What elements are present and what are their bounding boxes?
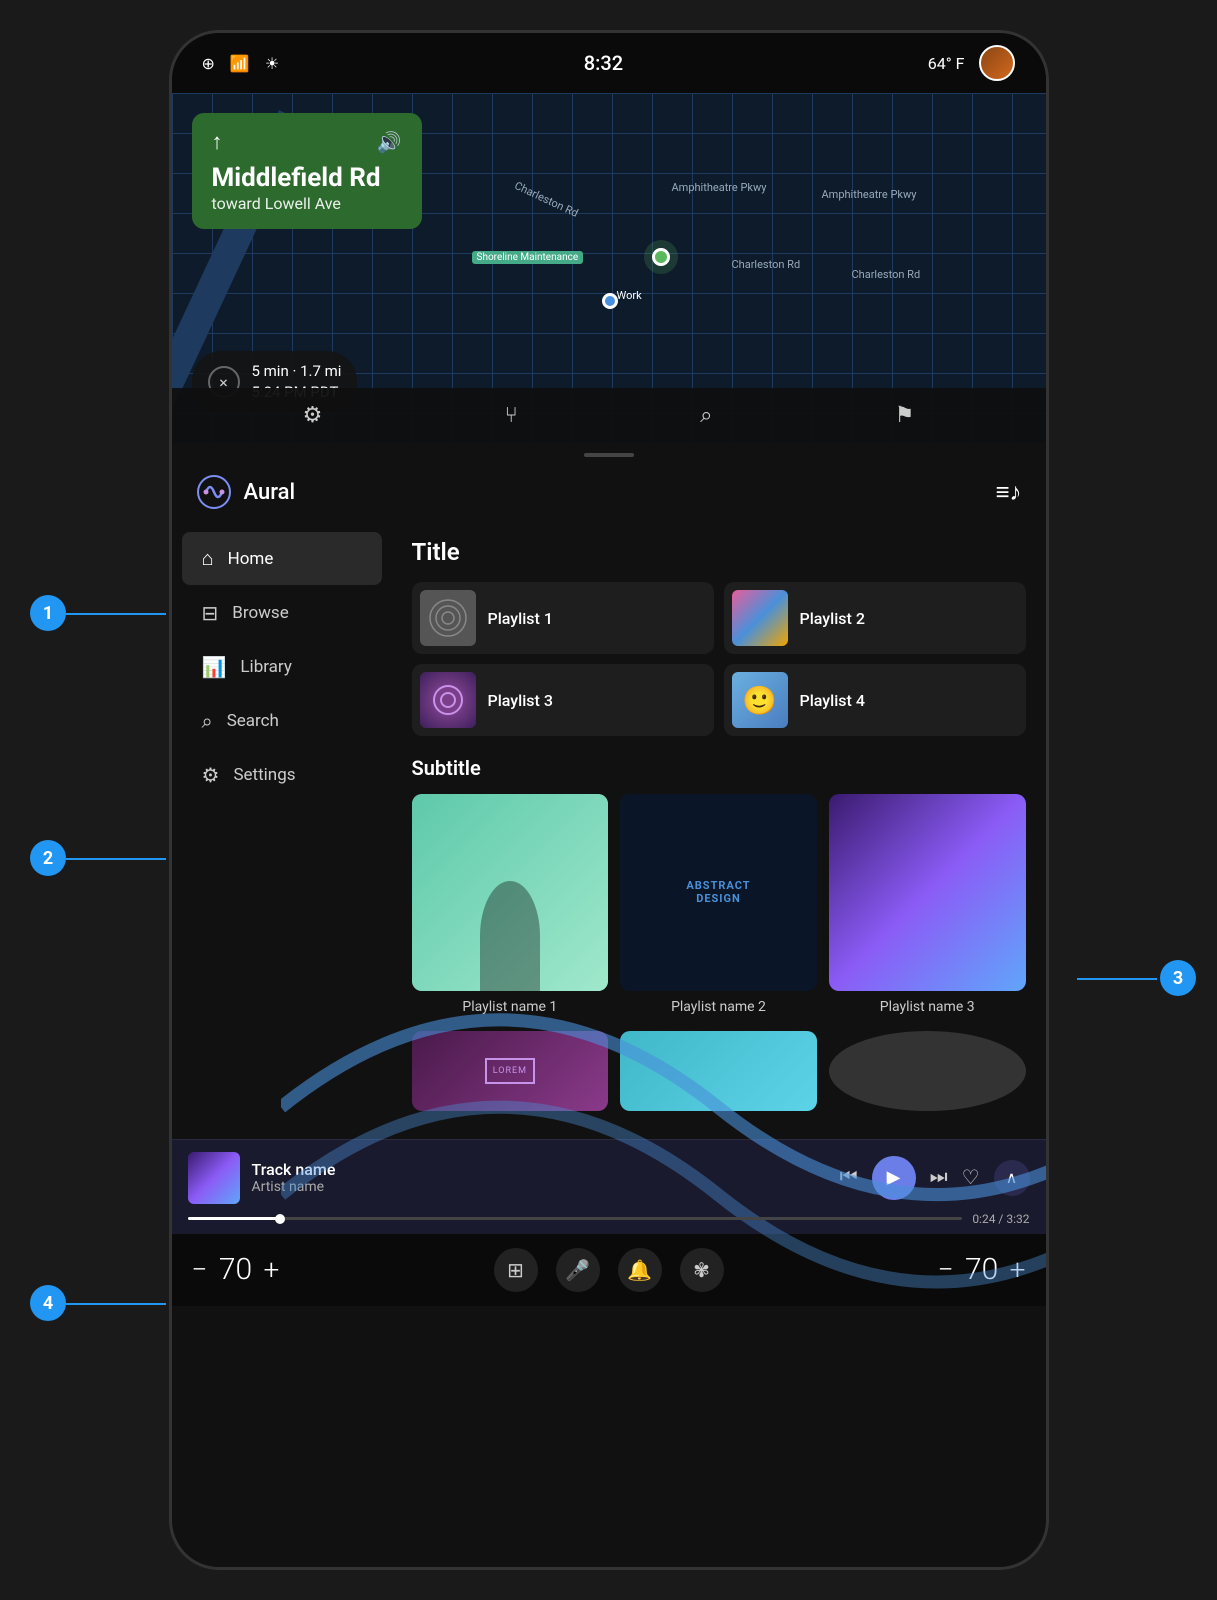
avatar[interactable] <box>979 45 1015 81</box>
home-icon: ⌂ <box>202 546 214 571</box>
progress-dot <box>275 1214 285 1224</box>
playlist-thumb-2 <box>732 590 788 646</box>
content-area: Title Playlist 1 <box>392 522 1046 1139</box>
sidebar-home-label: Home <box>228 549 274 569</box>
playlist-thumb-1 <box>420 590 476 646</box>
phone-frame: ⊕ 📶 ☀ 8:32 64° F Work ↑ 🔊 Middlefield Rd <box>169 30 1049 1570</box>
app-logo-icon <box>196 474 232 510</box>
drag-handle[interactable] <box>172 443 1046 462</box>
annotation-4: 4 <box>30 1285 66 1321</box>
volume-left-ctrl: − 70 + <box>192 1252 280 1287</box>
map-toolbar: ⚙ ⑂ ⌕ ⚑ <box>172 388 1046 443</box>
signal-icon: 📶 <box>230 54 250 73</box>
app-section: Aural ≡♪ ⌂ Home ⊟ Browse 📊 Library <box>172 462 1046 1234</box>
annotation-1: 1 <box>30 595 66 631</box>
browse-icon: ⊟ <box>202 601 219 625</box>
map-destination-dot <box>602 293 618 309</box>
map-pin-icon[interactable]: ⚑ <box>895 403 915 428</box>
progress-bar-fill <box>188 1217 281 1220</box>
progress-bar-track[interactable] <box>188 1217 963 1220</box>
road-label-charleston-2: Charleston Rd <box>732 258 801 271</box>
annotation-line-1 <box>66 613 166 615</box>
nav-toward-label: toward Lowell Ave <box>212 194 402 213</box>
app-title: Aural <box>244 480 296 505</box>
status-right: 64° F <box>928 45 1016 81</box>
temperature: 64° F <box>928 54 965 73</box>
bluetooth-icon: ⊕ <box>202 54 215 73</box>
navigation-card: ↑ 🔊 Middlefield Rd toward Lowell Ave <box>192 113 422 229</box>
annotation-line-2 <box>66 858 166 860</box>
featured-thumb-2: ABSTRACTDESIGN <box>620 794 817 991</box>
status-left: ⊕ 📶 ☀ <box>202 54 280 73</box>
playlist-card-2[interactable]: Playlist 2 <box>724 582 1026 654</box>
annotation-2: 2 <box>30 840 66 876</box>
now-playing-thumbnail <box>188 1152 240 1204</box>
app-logo-area: Aural <box>196 474 296 510</box>
map-destination-label: Work <box>617 289 642 302</box>
map-area: Work ↑ 🔊 Middlefield Rd toward Lowell Av… <box>172 93 1046 443</box>
road-label-charleston-3: Charleston Rd <box>852 268 921 281</box>
featured-grid: Playlist name 1 ABSTRACTDESIGN Playlist … <box>412 794 1026 1015</box>
playlist-name-2: Playlist 2 <box>800 609 865 628</box>
main-content: ⌂ Home ⊟ Browse 📊 Library ⌕ Search ⚙ <box>172 522 1046 1139</box>
brightness-icon: ☀ <box>265 54 279 73</box>
volume-left-plus[interactable]: + <box>263 1253 279 1286</box>
sidebar-item-home[interactable]: ⌂ Home <box>182 532 382 585</box>
annotation-line-4 <box>66 1303 166 1305</box>
featured-card-2[interactable]: ABSTRACTDESIGN Playlist name 2 <box>620 794 817 1015</box>
playlist-grid-small: Playlist 1 Playlist 2 <box>412 582 1026 654</box>
library-icon: 📊 <box>202 655 227 679</box>
annotation-3: 3 <box>1160 960 1196 996</box>
map-route-icon[interactable]: ⑂ <box>505 403 518 428</box>
map-settings-icon[interactable]: ⚙ <box>303 403 323 428</box>
eta-time: 5 min · 1.7 mi <box>252 361 342 382</box>
app-header: Aural ≡♪ <box>172 462 1046 522</box>
annotation-line-3 <box>1077 978 1157 980</box>
road-label-amphitheatre-2: Amphitheatre Pkwy <box>822 188 917 201</box>
nav-street-name: Middlefield Rd <box>212 163 402 194</box>
sidebar-browse-label: Browse <box>232 603 288 623</box>
clock: 8:32 <box>584 51 623 75</box>
playlist-card-1[interactable]: Playlist 1 <box>412 582 714 654</box>
status-bar: ⊕ 📶 ☀ 8:32 64° F <box>172 33 1046 93</box>
drag-handle-bar <box>584 453 634 457</box>
queue-music-icon[interactable]: ≡♪ <box>995 478 1021 507</box>
map-location-dot <box>652 248 670 266</box>
content-title: Title <box>412 538 1026 566</box>
road-label-shoreline: Shoreline Maintenance <box>472 251 584 264</box>
search-icon: ⌕ <box>202 709 213 733</box>
sidebar-search-label: Search <box>227 711 279 731</box>
volume-left-minus[interactable]: − <box>192 1253 208 1286</box>
map-search-icon[interactable]: ⌕ <box>700 403 712 428</box>
settings-icon: ⚙ <box>202 763 220 787</box>
playlist-name-1: Playlist 1 <box>488 609 553 628</box>
sidebar-item-browse[interactable]: ⊟ Browse <box>182 587 382 639</box>
volume-left-value: 70 <box>215 1252 255 1287</box>
road-label-amphitheatre: Amphitheatre Pkwy <box>672 181 767 194</box>
